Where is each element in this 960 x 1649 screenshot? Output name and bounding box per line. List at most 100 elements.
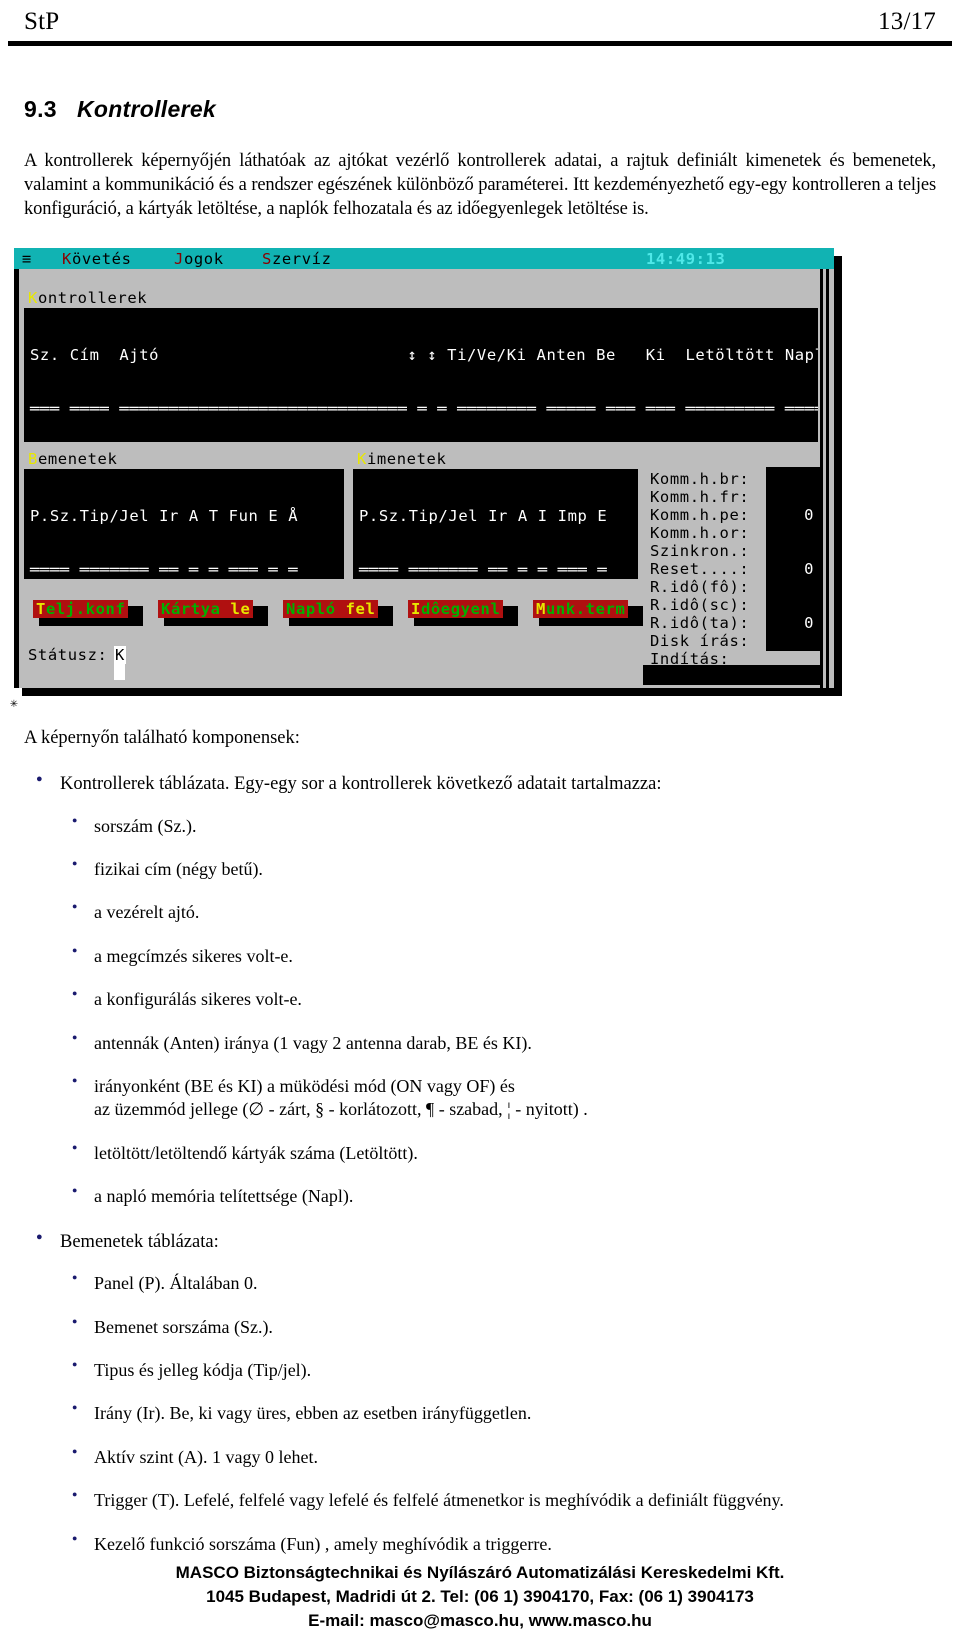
menu-label: ogok: [183, 249, 224, 268]
list-item: Trigger (T). Lefelé, felfelé vagy lefelé…: [60, 1489, 936, 1512]
button-hotkey: M: [536, 600, 546, 618]
button-label: unk.term: [545, 600, 626, 618]
button-hotkey: T: [36, 600, 46, 618]
button-hotkey: I: [411, 600, 421, 618]
clock-display: 14:49:13: [646, 249, 726, 268]
panel-hotkey: B: [28, 450, 38, 468]
button-label: apló: [295, 600, 346, 618]
menu-item-szerviz[interactable]: Szervíz: [262, 250, 332, 268]
page-title: 9.3 Kontrollerek: [24, 96, 936, 123]
menu-item-jogok[interactable]: Jogok: [174, 250, 224, 268]
terminal-body: Kontrollerek Sz. Cím Ajtó ↕ ↕ Ti/Ve/Ki A…: [14, 269, 834, 688]
header-divider: [8, 41, 952, 46]
inputs-table-header: P.Sz.Tip/Jel Ir A T Fun E Å: [30, 507, 299, 525]
list-item-text: fizikai cím (négy betű).: [94, 859, 263, 880]
panel-title-bemenetek: Bemenetek: [28, 450, 117, 468]
list-item-text-continued: az üzemmód jellege (∅ - zárt, § - korlát…: [94, 1099, 588, 1120]
terminal-screenshot: ≡ Követés Jogok Szervíz 14:49:13 Kontrol…: [10, 248, 846, 711]
footer-contact: E-mail: masco@masco.hu, www.masco.hu: [308, 1610, 652, 1630]
start-datetime: 98.04.1514:48:48: [643, 665, 820, 685]
list-item-text: a vezérelt ajtó.: [94, 902, 200, 923]
menu-label: zervíz: [271, 249, 332, 268]
status-line-label: Státusz:: [28, 646, 108, 664]
menu-hotkey: K: [62, 249, 72, 268]
status-label: Disk írás:: [650, 632, 750, 650]
list-item: Panel (P). Általában 0.: [60, 1272, 936, 1295]
button-munk-term[interactable]: Munk.term: [533, 600, 629, 618]
list-item: Tipus és jelleg kódja (Tip/jel).: [60, 1359, 936, 1382]
header-page-number: 13/17: [878, 8, 936, 35]
panel-label: imenetek: [366, 450, 447, 468]
status-label: R.idô(ta):: [650, 614, 750, 632]
list-item-text: Tipus és jelleg kódja (Tip/jel).: [94, 1360, 312, 1381]
list-item: letöltött/letöltendő kártyák száma (Letö…: [60, 1142, 936, 1165]
list-item: Kontrollerek táblázata. Egy-egy sor a ko…: [24, 772, 936, 1209]
system-menu-icon[interactable]: ≡: [22, 250, 32, 268]
button-telj-konf[interactable]: Telj.konf: [33, 600, 129, 618]
inputs-sublist: Panel (P). Általában 0. Bemenet sorszáma…: [60, 1272, 936, 1556]
list-item: Bemenet sorszáma (Sz.).: [60, 1316, 936, 1339]
list-item: a vezérelt ajtó.: [60, 901, 936, 924]
button-hotkey: K: [161, 600, 171, 618]
controllers-table: Sz. Cím Ajtó ↕ ↕ Ti/Ve/Ki Anten Be Ki Le…: [24, 308, 818, 442]
list-item-text: Irány (Ir). Be, ki vagy üres, ebben az e…: [94, 1403, 532, 1424]
components-section: A képernyőn található komponensek: Kontr…: [24, 728, 936, 1578]
footer-company: MASCO Biztonságtechnikai és Nyílászáró A…: [175, 1562, 785, 1582]
start-time: 14:48:48: [810, 683, 820, 685]
button-hotkey: N: [286, 600, 296, 618]
terminal-window: ≡ Követés Jogok Szervíz 14:49:13 Kontrol…: [14, 248, 834, 688]
list-item-text: a megcímzés sikeres volt-e.: [94, 945, 293, 966]
status-label: Komm.h.br:: [650, 470, 750, 488]
status-value: 0: [804, 614, 814, 632]
status-line-value[interactable]: K: [114, 646, 126, 664]
status-label: Komm.h.pe:: [650, 506, 750, 524]
components-list: Kontrollerek táblázata. Egy-egy sor a ko…: [24, 772, 936, 1556]
terminal-menubar: ≡ Követés Jogok Szervíz 14:49:13: [14, 248, 834, 269]
list-item-text: irányonként (BE és KI) a müködési mód (O…: [94, 1076, 515, 1097]
menu-item-kovetes[interactable]: Követés: [62, 250, 132, 268]
button-label: elj.konf: [45, 600, 126, 618]
menu-hotkey: S: [262, 249, 272, 268]
header-document-title: StP: [24, 8, 60, 35]
text-cursor: [114, 664, 125, 680]
list-item-text: Bemenet sorszáma (Sz.).: [94, 1316, 273, 1337]
button-label-tail: le: [230, 600, 251, 618]
status-value: 0: [804, 506, 814, 524]
footer-address: 1045 Budapest, Madridi út 2. Tel: (06 1)…: [206, 1586, 754, 1606]
list-item-text: letöltött/letöltendő kártyák száma (Letö…: [94, 1142, 418, 1163]
menu-label: övetés: [71, 249, 132, 268]
frame-right-border-inner: [826, 269, 829, 688]
status-values: 0 0 0 0 2 0 6 1 2 0: [766, 467, 820, 651]
status-label: Komm.h.fr:: [650, 488, 750, 506]
status-label: Szinkron.:: [650, 542, 750, 560]
list-item: a konfigurálás sikeres volt-e.: [60, 988, 936, 1011]
outputs-table: P.Sz.Tip/Jel Ir A I Imp E ════ ═══════ ═…: [353, 469, 638, 579]
button-kartya-le[interactable]: Kártya le: [158, 600, 254, 618]
controllers-table-rule: ═══ ════ ═════════════════════════════ ═…: [30, 400, 818, 418]
panel-hotkey: K: [357, 450, 367, 468]
page-header: StP 13/17: [24, 8, 936, 36]
controllers-table-header: Sz. Cím Ajtó ↕ ↕ Ti/Ve/Ki Anten Be Ki Le…: [30, 346, 818, 364]
list-item-text: Trigger (T). Lefelé, felfelé vagy lefelé…: [94, 1490, 784, 1511]
list-item-text: antennák (Anten) iránya (1 vagy 2 antenn…: [94, 1032, 532, 1053]
list-item-text: Kontrollerek táblázata. Egy-egy sor a ko…: [60, 774, 662, 794]
panel-title-kimenetek: Kimenetek: [357, 450, 446, 468]
menu-hotkey: J: [174, 249, 184, 268]
list-item-text: Aktív szint (A). 1 vagy 0 lehet.: [94, 1446, 318, 1467]
list-item: Aktív szint (A). 1 vagy 0 lehet.: [60, 1446, 936, 1469]
list-item: antennák (Anten) iránya (1 vagy 2 antenn…: [60, 1032, 936, 1055]
list-item: fizikai cím (négy betű).: [60, 858, 936, 881]
terminal-footer-mark: ✳: [10, 696, 18, 711]
inputs-table-rule: ════ ═══════ ══ ═ ═ ═══ ═ ═: [30, 561, 299, 579]
frame-left-border: [14, 269, 19, 688]
button-naplo-fel[interactable]: Napló fel: [283, 600, 379, 618]
button-idoegyenleg[interactable]: Idôegyenl: [408, 600, 504, 618]
controllers-sublist: sorszám (Sz.). fizikai cím (négy betű). …: [60, 815, 936, 1209]
status-value: 0: [804, 560, 814, 578]
document-content: 9.3 Kontrollerek A kontrollerek képernyő…: [24, 96, 936, 221]
button-label: ártya: [170, 600, 231, 618]
inputs-table: P.Sz.Tip/Jel Ir A T Fun E Å ════ ═══════…: [24, 469, 344, 579]
button-label-tail: fel: [345, 600, 376, 618]
list-item: a napló memória telítettsége (Napl).: [60, 1185, 936, 1208]
section-title-text: Kontrollerek: [76, 96, 217, 122]
